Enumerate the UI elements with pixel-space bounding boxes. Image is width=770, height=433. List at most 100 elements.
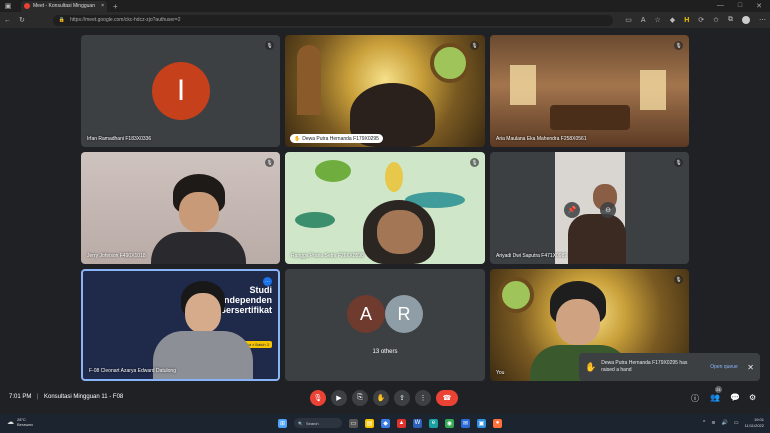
honey-extension-icon[interactable]: H	[684, 17, 689, 24]
browser-toolbar-icons: ▭ A ☆ ◆ H ⟳ ✩ ⧉ ⋯	[625, 16, 766, 24]
pin-icon[interactable]: 📌	[564, 202, 580, 218]
remove-icon[interactable]: ⊖	[600, 202, 616, 218]
edge-icon[interactable]: e	[429, 418, 438, 428]
collections-icon[interactable]: ⧉	[728, 16, 733, 24]
reload-icon[interactable]: ↻	[19, 16, 25, 24]
round-window	[430, 43, 470, 83]
people-icon[interactable]: 👥	[710, 393, 720, 402]
raised-hand-name-pill: ✋ Dewa Putra Hernanda F179X0295	[290, 134, 383, 143]
system-tray: ^ ≋ 🔊 ▭ 19:01 11/11/2022	[703, 417, 764, 429]
window-controls: — □ ✕	[717, 2, 762, 10]
raised-hand-icon: ✋	[585, 361, 597, 372]
raised-hand-icon: ✋	[294, 135, 301, 142]
close-icon[interactable]: ✕	[747, 363, 754, 372]
room-window	[640, 70, 666, 110]
file-explorer-icon[interactable]: ▤	[365, 418, 374, 428]
minimize-icon[interactable]: —	[717, 2, 724, 10]
camera-indicator-icon[interactable]: ▭	[625, 16, 632, 24]
task-view-icon[interactable]: ▭	[349, 418, 358, 428]
mail-icon[interactable]: ✉	[461, 418, 470, 428]
chrome-icon[interactable]: ◉	[445, 418, 454, 428]
participant-tile-others[interactable]: A R 13 others	[285, 269, 485, 381]
participant-tile-rangga[interactable]: 🎙 Rangga Pranu Setra F266X0598	[285, 152, 485, 264]
shield-extension-icon[interactable]: ◆	[670, 16, 675, 24]
participant-face	[556, 299, 600, 345]
room-window	[510, 65, 536, 105]
participant-name: Rangga Pranu Setra F266X0598	[291, 253, 364, 259]
more-options-button[interactable]: ⋮	[415, 390, 431, 406]
browser-tab-meet[interactable]: Meet - Konsultasi Mingguan ×	[21, 0, 107, 12]
end-call-button[interactable]: ☎	[436, 390, 458, 406]
raised-hand-notification: ✋ Dewa Putra Hernanda F179X0295 has rais…	[579, 353, 760, 381]
address-bar-row: ← ↻ 🔒 https://meet.google.com/ckc-hdcz-z…	[0, 12, 770, 28]
taskbar-apps: ⊞ 🔍 Search ▭ ▤ ◆ ▲ W e ◉ ✉ ▣ ●	[278, 418, 502, 428]
participant-tile-ariyadi[interactable]: 📌 ⊖ 🎙 Ariyadi Dwi Saputra F471X0989	[490, 152, 689, 264]
meeting-details-icon[interactable]: ⓘ	[691, 393, 699, 404]
participant-tile-irfan[interactable]: I 🎙 Irfan Ramadhani F183X0336	[81, 35, 280, 147]
mic-muted-icon: 🎙	[674, 275, 683, 284]
start-icon[interactable]: ⊞	[278, 418, 287, 428]
raise-hand-button[interactable]: ✋	[373, 390, 389, 406]
wifi-icon[interactable]: ≋	[711, 420, 715, 426]
back-icon[interactable]: ←	[4, 17, 11, 24]
present-button[interactable]: ⇪	[394, 390, 410, 406]
word-icon[interactable]: W	[413, 418, 422, 428]
app-icon[interactable]: ▲	[397, 418, 406, 428]
microphone-toggle-button[interactable]: 🎙	[310, 390, 326, 406]
read-aloud-icon[interactable]: A	[641, 17, 646, 24]
speaking-indicator-icon: ⋯	[263, 277, 272, 286]
captions-button[interactable]: ⎘	[352, 390, 368, 406]
clock-time: 19:01	[753, 417, 764, 422]
mic-muted-icon: 🎙	[674, 158, 683, 167]
avatar: R	[385, 295, 423, 333]
window-menu-icon[interactable]: ▣	[3, 1, 13, 11]
meeting-time: 7:01 PM	[9, 394, 32, 400]
system-clock[interactable]: 19:01 11/11/2022	[745, 417, 764, 429]
photos-icon[interactable]: ▣	[477, 418, 486, 428]
maximize-icon[interactable]: □	[738, 2, 742, 10]
new-tab-button[interactable]: +	[113, 2, 118, 11]
cloud-icon: ☁	[7, 418, 14, 426]
volume-icon[interactable]: 🔊	[722, 420, 728, 426]
participants-count-badge: 21	[715, 386, 722, 393]
participant-name: Jerry Johnson F490X1018	[87, 253, 146, 259]
participant-face	[377, 210, 423, 254]
chevron-up-icon[interactable]: ^	[703, 420, 705, 426]
search-label: Search	[305, 420, 319, 426]
open-queue-button[interactable]: Open queue	[710, 364, 738, 370]
battery-icon[interactable]: ▭	[734, 420, 739, 426]
url-field[interactable]: 🔒 https://meet.google.com/ckc-hdcz-zjo?a…	[52, 14, 613, 26]
camera-toggle-button[interactable]: ▶	[331, 390, 347, 406]
favorite-star-icon[interactable]: ☆	[655, 16, 661, 24]
mic-muted-icon: 🎙	[265, 158, 274, 167]
weather-widget[interactable]: ☁ 28°C Berawan	[7, 417, 33, 427]
round-window	[498, 277, 534, 313]
more-menu-icon[interactable]: ⋯	[759, 16, 766, 24]
participant-name: F-08 Cleonart Azarya Edward Datulong	[89, 368, 176, 374]
firefox-icon[interactable]: ●	[493, 418, 502, 428]
browser-tab-bar: ▣ Meet - Konsultasi Mingguan × + — □ ✕	[0, 0, 770, 12]
lock-icon: 🔒	[58, 17, 66, 23]
chat-icon[interactable]: 💬	[730, 393, 740, 402]
participant-tile-cleonart[interactable]: Studi Independen Bersertifikat Kampus Me…	[81, 269, 280, 381]
fish-illustration	[315, 160, 351, 182]
tab-title: Meet - Konsultasi Mingguan	[33, 3, 95, 9]
taskbar-search[interactable]: 🔍 Search	[294, 418, 342, 428]
favorites-icon[interactable]: ✩	[713, 16, 719, 24]
participant-tile-dewa[interactable]: 🎙 ✋ Dewa Putra Hernanda F179X0295	[285, 35, 485, 147]
participant-face	[185, 293, 221, 333]
mic-muted-icon: 🎙	[470, 41, 479, 50]
participant-tile-jerry[interactable]: 🎙 Jerry Johnson F490X1018	[81, 152, 280, 264]
store-icon[interactable]: ◆	[381, 418, 390, 428]
participant-tile-aria[interactable]: 🎙 Aria Maulana Eka Mahendra F258X0561	[490, 35, 689, 147]
close-window-icon[interactable]: ✕	[756, 2, 762, 10]
refresh-extension-icon[interactable]: ⟳	[698, 16, 704, 24]
profile-avatar[interactable]	[742, 16, 750, 24]
mic-muted-icon: 🎙	[470, 158, 479, 167]
windows-taskbar: ☁ 28°C Berawan ⊞ 🔍 Search ▭ ▤ ◆ ▲ W e ◉ ✉ …	[0, 414, 770, 433]
avatar: A	[347, 295, 385, 333]
close-tab-icon[interactable]: ×	[101, 3, 104, 9]
meeting-name: Konsultasi Mingguan 11 - F08	[44, 394, 124, 400]
activities-icon[interactable]: ⚙	[749, 393, 756, 402]
participant-shirt	[151, 232, 246, 264]
